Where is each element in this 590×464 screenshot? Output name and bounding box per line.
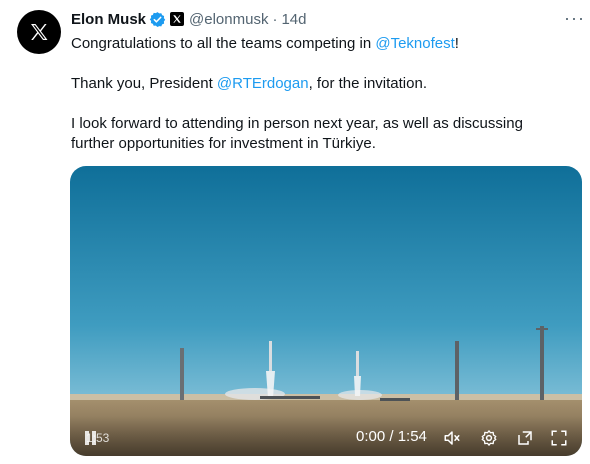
tweet-line-3: I look forward to attending in person ne… <box>71 115 523 132</box>
tweet-text: , for the invitation. <box>308 75 427 92</box>
separator-dot: · <box>272 10 278 28</box>
tweet-line-4: further opportunities for investment in … <box>71 135 376 152</box>
author-handle[interactable]: @elonmusk <box>189 11 268 28</box>
mute-icon[interactable] <box>443 429 461 452</box>
author-name[interactable]: Elon Musk <box>71 11 146 28</box>
tweet-text: ! <box>454 35 459 52</box>
fullscreen-icon[interactable] <box>550 429 568 452</box>
video-time-display: 0:00 / 1:54 <box>356 428 427 445</box>
profile-avatar[interactable] <box>17 10 61 54</box>
video-frame <box>70 166 582 456</box>
settings-icon[interactable] <box>480 429 498 452</box>
tweet-line-1: Congratulations to all the teams competi… <box>71 34 459 54</box>
video-player[interactable]: 1:53 0:00 / 1:54 <box>70 166 582 456</box>
more-options-icon[interactable]: ··· <box>564 9 585 27</box>
tweet-text: Congratulations to all the teams competi… <box>71 35 376 52</box>
video-remaining-time: 1:53 <box>86 431 110 445</box>
mention-link[interactable]: @RTErdogan <box>217 75 309 92</box>
tweet-card[interactable]: Elon Musk @elonmusk · 14d ··· Congratula… <box>0 0 590 464</box>
tweet-text: Thank you, President <box>71 75 217 92</box>
popout-icon[interactable] <box>516 429 534 452</box>
video-controls: 1:53 0:00 / 1:54 <box>70 416 582 456</box>
x-logo-icon <box>31 24 48 40</box>
tweet-line-2: Thank you, President @RTErdogan, for the… <box>71 74 427 94</box>
verified-badge-icon <box>149 11 166 28</box>
post-time[interactable]: 14d <box>281 11 306 28</box>
mention-link[interactable]: @Teknofest <box>375 35 454 52</box>
tweet-header: Elon Musk @elonmusk · 14d <box>71 9 306 29</box>
x-affiliate-icon[interactable] <box>170 12 185 26</box>
